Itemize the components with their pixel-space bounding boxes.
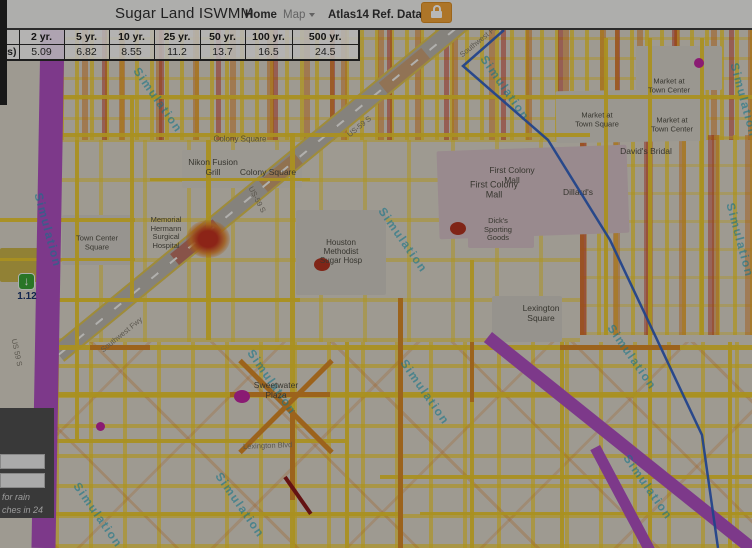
rainfall-value: 5.09 (19, 44, 64, 60)
app-title: Sugar Land ISWMM (115, 5, 253, 22)
nav-item-atlas14-ref-data[interactable]: Atlas14 Ref. Data (328, 9, 422, 21)
rainfall-value: 16.5 (245, 44, 292, 60)
rain-input-panel: for rain ches in 24 (0, 408, 54, 518)
rainfall-col-header: 25 yr. (154, 29, 200, 44)
rain-value-input[interactable] (0, 454, 45, 469)
nav-item-map[interactable]: Map (283, 9, 315, 21)
rainfall-value: 13.7 (200, 44, 245, 60)
rainfall-col-header: 100 yr. (245, 29, 292, 44)
rainfall-value: 8.55 (109, 44, 154, 60)
rainfall-value: 24.5 (292, 44, 359, 60)
rainfall-table-header-row: 2 yr.5 yr.10 yr.25 yr.50 yr.100 yr.500 y… (0, 29, 359, 44)
rainfall-col-header: 500 yr. (292, 29, 359, 44)
rain-value-input[interactable] (0, 473, 45, 488)
rainfall-value: 6.82 (64, 44, 109, 60)
rainfall-col-header: 2 yr. (19, 29, 64, 44)
map-canvas[interactable]: SimulationSimulationSimulationSimulation… (0, 30, 752, 548)
drawn-polyline (0, 30, 752, 548)
chevron-down-icon (309, 13, 315, 17)
left-edge-strip (0, 0, 7, 105)
rainfall-table-value-row: (inches)5.096.828.5511.213.716.524.5 (0, 44, 359, 60)
rainfall-col-header: 50 yr. (200, 29, 245, 44)
rainfall-col-header: 10 yr. (109, 29, 154, 44)
down-arrow-icon: ↓ (24, 274, 30, 288)
nav-item-home[interactable]: Home (245, 9, 277, 21)
panel-hint-text: ches in 24 (2, 505, 43, 515)
panel-hint-text: for rain (2, 492, 30, 502)
lock-button[interactable] (421, 2, 452, 23)
rain-gauge-marker[interactable]: ↓ (18, 273, 35, 290)
app-window: SimulationSimulationSimulationSimulation… (0, 0, 752, 548)
marker-value-label: 1.12 (8, 291, 46, 302)
rainfall-value: 11.2 (154, 44, 200, 60)
top-navbar: Sugar Land ISWMM Home Map Atlas14 Ref. D… (0, 0, 752, 30)
lock-icon (422, 5, 451, 18)
rainfall-col-header: 5 yr. (64, 29, 109, 44)
